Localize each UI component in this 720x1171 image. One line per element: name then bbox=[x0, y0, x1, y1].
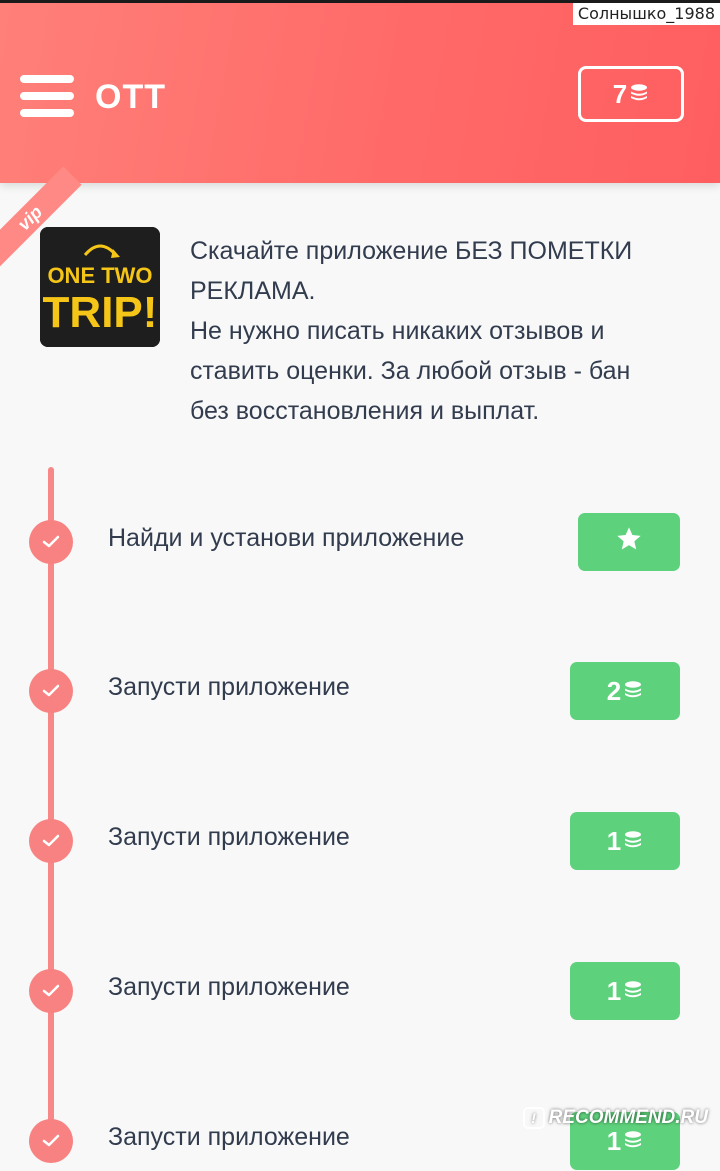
coins-stack-icon bbox=[623, 676, 643, 707]
coins-stack-icon bbox=[629, 79, 649, 110]
step-reward-button[interactable] bbox=[578, 513, 680, 571]
step-reward-button[interactable]: 1 bbox=[570, 812, 680, 870]
reward-value: 2 bbox=[606, 675, 622, 706]
coins-stack-icon bbox=[623, 1126, 643, 1157]
step-label: Запусти приложение bbox=[108, 973, 350, 1001]
coins-stack-icon bbox=[623, 826, 643, 857]
description-line: без восстановления и выплат. bbox=[190, 397, 540, 425]
step-item: Запусти приложение 1 bbox=[0, 811, 720, 871]
site-watermark-text: RECOMMEND.RU bbox=[548, 1107, 708, 1128]
check-icon bbox=[29, 819, 73, 863]
step-reward-button[interactable]: 1 bbox=[570, 962, 680, 1020]
check-icon bbox=[29, 969, 73, 1013]
step-reward-button[interactable]: 2 bbox=[570, 662, 680, 720]
hamburger-menu-icon[interactable] bbox=[20, 75, 74, 117]
reward-value: 1 bbox=[606, 975, 622, 1006]
app-title: OTT bbox=[95, 78, 166, 116]
offer-description: Скачайте приложение БЕЗ ПОМЕТКИ РЕКЛАМА.… bbox=[190, 231, 690, 431]
step-label: Запусти приложение bbox=[108, 823, 350, 851]
step-item: Запусти приложение 2 bbox=[0, 661, 720, 721]
step-label: Запусти приложение bbox=[108, 1123, 350, 1151]
coins-stack-icon bbox=[623, 976, 643, 1007]
description-line: ставить оценки. За любой отзыв - бан bbox=[190, 357, 631, 385]
step-item: Запусти приложение 1 bbox=[0, 961, 720, 1021]
site-watermark: ! RECOMMEND.RU bbox=[522, 1107, 708, 1129]
check-icon bbox=[29, 669, 73, 713]
reward-value: 1 bbox=[606, 825, 622, 856]
app-logo: ONE TWO TRIP! bbox=[40, 227, 160, 347]
description-line: Скачайте приложение БЕЗ ПОМЕТКИ bbox=[190, 237, 633, 265]
app-header: OTT 7 bbox=[0, 3, 720, 183]
app-logo-line2: TRIP! bbox=[43, 288, 158, 337]
balance-button[interactable]: 7 bbox=[578, 66, 684, 122]
check-icon bbox=[29, 1119, 73, 1163]
username-watermark: Солнышко_1988 bbox=[572, 3, 720, 25]
step-label: Запусти приложение bbox=[108, 673, 350, 701]
reward-value: 1 bbox=[606, 1125, 622, 1156]
app-logo-line1: ONE TWO bbox=[47, 263, 152, 288]
description-line: РЕКЛАМА. bbox=[190, 277, 316, 305]
step-item: Найди и установи приложение bbox=[0, 512, 720, 572]
star-icon bbox=[615, 525, 643, 560]
balance-value: 7 bbox=[612, 78, 628, 109]
recommend-logo-icon: ! bbox=[522, 1107, 545, 1129]
check-icon bbox=[29, 520, 73, 564]
step-label: Найди и установи приложение bbox=[108, 524, 465, 552]
description-line: Не нужно писать никаких отзывов и bbox=[190, 317, 605, 345]
